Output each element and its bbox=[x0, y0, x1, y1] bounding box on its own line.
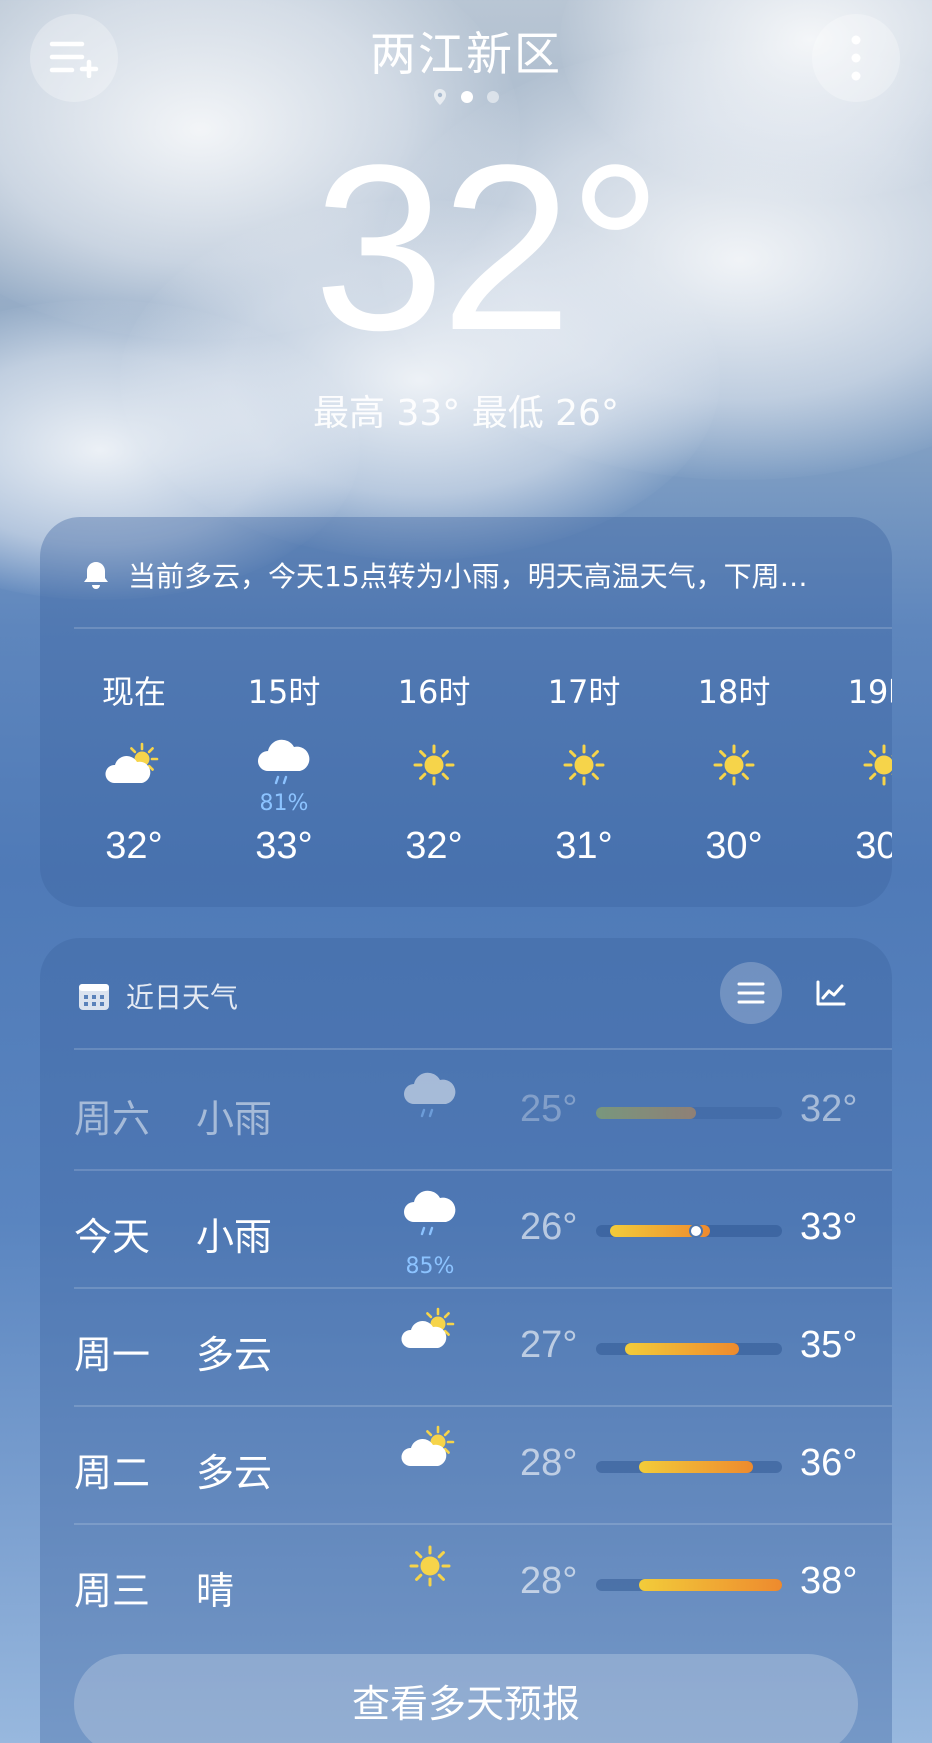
condition-label: 多云 bbox=[196, 1333, 273, 1377]
partly-cloudy-icon bbox=[395, 1424, 465, 1484]
hour-temp: 33° bbox=[255, 825, 313, 867]
list-view-toggle[interactable] bbox=[720, 962, 782, 1024]
hour-item: 15时 81% 33° bbox=[214, 667, 354, 868]
temp-range-fill bbox=[596, 1107, 697, 1119]
daily-forecast-title: 近日天气 bbox=[126, 981, 239, 1014]
high-low-temperature: 最高 33° 最低 26° bbox=[313, 393, 619, 434]
temp-range-bar bbox=[596, 1107, 782, 1119]
chart-view-toggle[interactable] bbox=[800, 962, 862, 1024]
weather-alert[interactable]: 当前多云，今天15点转为小雨，明天高温天气，下周… bbox=[80, 555, 808, 595]
daily-forecast-card: 近日天气 周六 小雨 25° 32° 今天 小雨 85% 26° 33° 周一 多云 27° 35° 周二… bbox=[40, 938, 892, 1743]
hour-item: 17时 31° bbox=[514, 667, 654, 868]
view-more-days-button[interactable]: 查看多天预报 bbox=[74, 1654, 858, 1743]
precip-chance: 85% bbox=[405, 1254, 455, 1279]
sunny-icon bbox=[395, 1542, 465, 1602]
hour-label: 16时 bbox=[397, 673, 471, 711]
hour-label: 现在 bbox=[101, 673, 166, 711]
hour-label: 15时 bbox=[247, 673, 321, 711]
current-temperature: 32° bbox=[313, 116, 663, 380]
temp-range-fill bbox=[638, 1579, 782, 1591]
sunny-icon bbox=[364, 719, 504, 789]
temp-range-bar bbox=[596, 1343, 782, 1355]
precip-chance: 81% bbox=[259, 791, 309, 816]
condition-label: 晴 bbox=[196, 1569, 235, 1613]
day-row[interactable]: 今天 小雨 85% 26° 33° bbox=[40, 1170, 892, 1287]
sunny-icon bbox=[664, 719, 804, 789]
low-temp: 27° bbox=[520, 1324, 578, 1366]
hour-temp: 32° bbox=[105, 825, 163, 867]
hour-item: 19时 30° bbox=[814, 667, 892, 868]
day-label: 周六 bbox=[74, 1097, 151, 1141]
temp-range-bar bbox=[596, 1461, 782, 1473]
low-temp: 26° bbox=[520, 1206, 578, 1248]
hour-label: 18时 bbox=[697, 673, 771, 711]
hour-item: 现在 32° bbox=[64, 667, 204, 868]
hour-label: 19时 bbox=[847, 673, 892, 711]
location-pin-icon bbox=[434, 89, 446, 105]
low-temp: 28° bbox=[520, 1560, 578, 1602]
low-temp: 28° bbox=[520, 1442, 578, 1484]
city-name[interactable]: 两江新区 bbox=[0, 18, 932, 84]
more-vertical-icon bbox=[851, 35, 861, 81]
high-temp: 38° bbox=[800, 1560, 858, 1602]
temp-range-fill bbox=[624, 1343, 740, 1355]
precip-chance bbox=[514, 791, 654, 815]
alert-text: 当前多云，今天15点转为小雨，明天高温天气，下周… bbox=[128, 560, 808, 593]
condition-label: 小雨 bbox=[196, 1215, 273, 1259]
temp-range-bar bbox=[596, 1224, 782, 1238]
hour-temp: 30° bbox=[855, 825, 892, 867]
divider bbox=[74, 1048, 892, 1050]
low-temp: 25° bbox=[520, 1088, 578, 1130]
more-options-button[interactable] bbox=[812, 14, 900, 102]
precip-chance bbox=[364, 791, 504, 815]
page-dot bbox=[487, 91, 499, 103]
page-indicator bbox=[0, 88, 932, 106]
high-temp: 32° bbox=[800, 1088, 858, 1130]
high-temp: 33° bbox=[800, 1206, 858, 1248]
day-row[interactable]: 周一 多云 27° 35° bbox=[40, 1288, 892, 1405]
partly-cloudy-icon bbox=[64, 719, 204, 789]
divider bbox=[74, 627, 892, 629]
hourly-forecast-card: 当前多云，今天15点转为小雨，明天高温天气，下周… 现在 32° 15时 81% 33°… bbox=[40, 517, 892, 907]
calendar-icon bbox=[79, 984, 109, 1010]
day-row[interactable]: 周二 多云 28° 36° bbox=[40, 1406, 892, 1523]
light-rain-icon bbox=[395, 1070, 465, 1130]
high-temp: 35° bbox=[800, 1324, 858, 1366]
daily-forecast-header: 近日天气 bbox=[78, 976, 238, 1016]
precip-chance bbox=[64, 791, 204, 815]
hour-label: 17时 bbox=[547, 673, 621, 711]
list-view-icon bbox=[737, 982, 765, 1004]
sunny-icon bbox=[514, 719, 654, 789]
sunny-icon bbox=[814, 719, 892, 789]
bell-icon bbox=[84, 562, 108, 589]
precip-chance bbox=[664, 791, 804, 815]
temp-range-fill bbox=[638, 1461, 754, 1473]
chart-view-icon bbox=[816, 980, 846, 1006]
hour-temp: 31° bbox=[555, 825, 613, 867]
partly-cloudy-icon bbox=[395, 1306, 465, 1366]
condition-label: 小雨 bbox=[196, 1097, 273, 1141]
day-label: 周一 bbox=[74, 1333, 151, 1377]
precip-chance bbox=[814, 791, 892, 815]
day-label: 今天 bbox=[74, 1215, 151, 1259]
hour-temp: 30° bbox=[705, 825, 763, 867]
day-row[interactable]: 周六 小雨 25° 32° bbox=[40, 1052, 892, 1169]
page-dot-active bbox=[461, 91, 473, 103]
hour-temp: 32° bbox=[405, 825, 463, 867]
day-label: 周三 bbox=[74, 1569, 151, 1613]
light-rain-icon bbox=[214, 719, 354, 789]
temp-range-bar bbox=[596, 1579, 782, 1591]
high-temp: 36° bbox=[800, 1442, 858, 1484]
light-rain-icon bbox=[395, 1188, 465, 1248]
day-row[interactable]: 周三 晴 28° 38° bbox=[40, 1524, 892, 1641]
hour-item: 16时 32° bbox=[364, 667, 504, 868]
hour-item: 18时 30° bbox=[664, 667, 804, 868]
day-label: 周二 bbox=[74, 1451, 151, 1495]
condition-label: 多云 bbox=[196, 1451, 273, 1495]
